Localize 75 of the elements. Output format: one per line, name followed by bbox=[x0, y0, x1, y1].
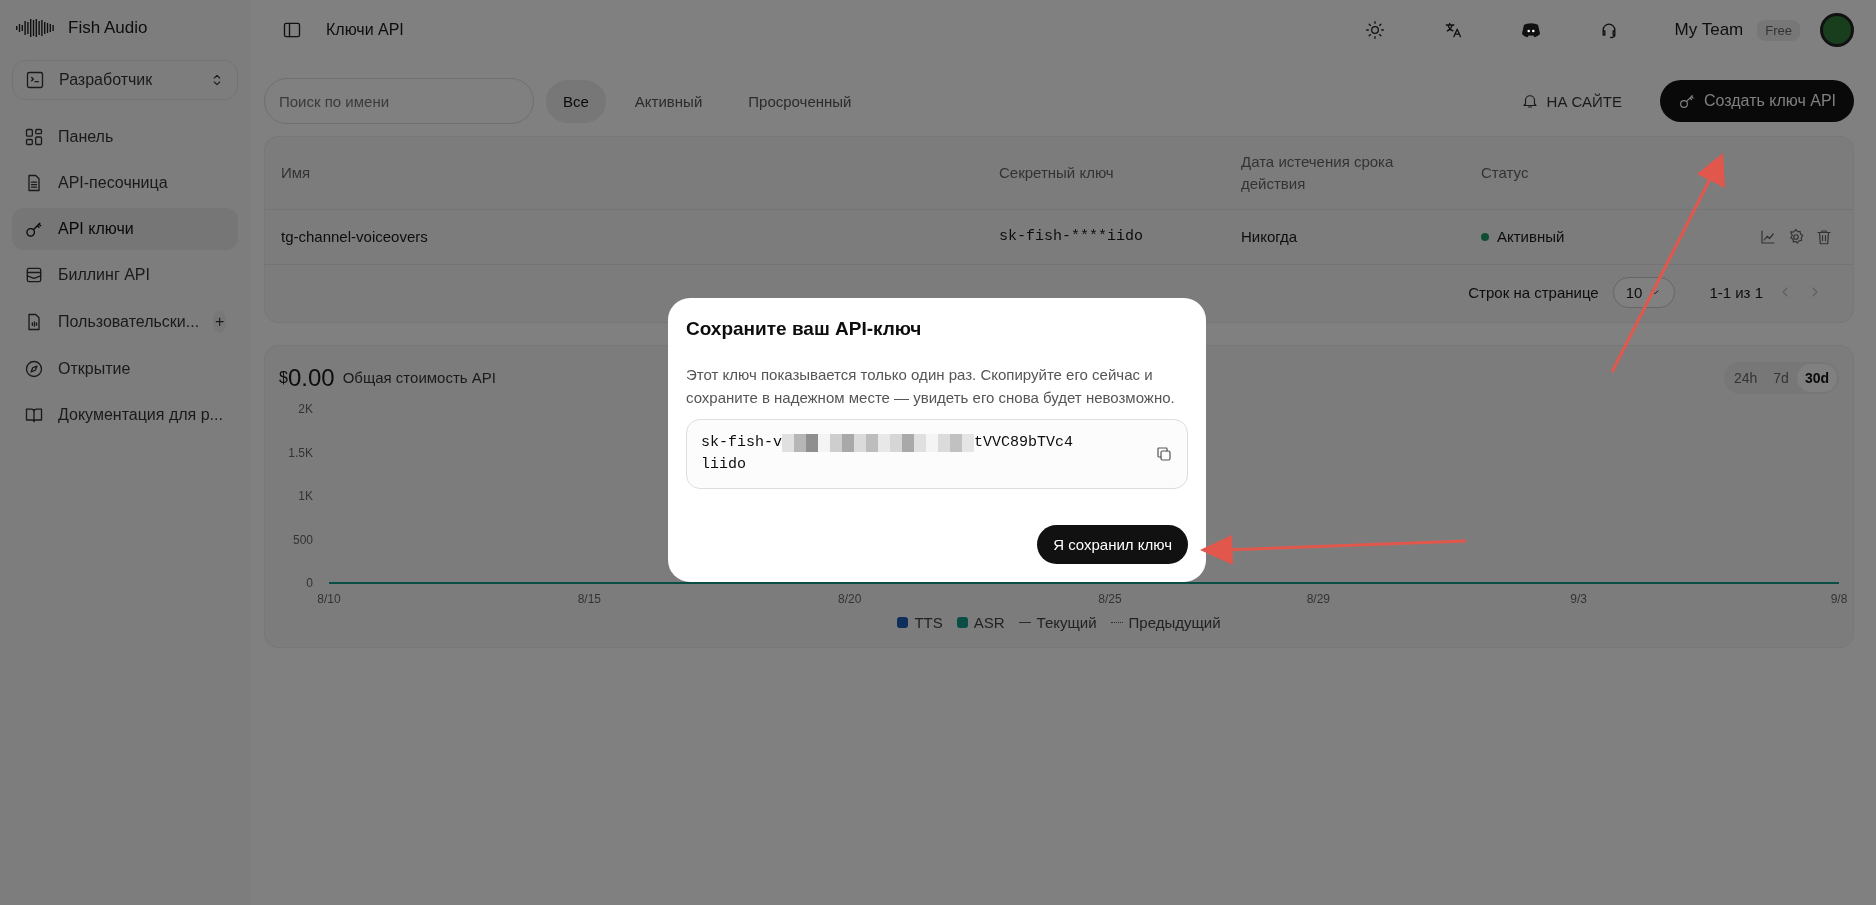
legend-line bbox=[1018, 621, 1031, 623]
dialog-title: Сохраните ваш API-ключ bbox=[686, 318, 923, 340]
legend-label[interactable]: ASR bbox=[973, 613, 1005, 631]
y-tick-label: 0 bbox=[306, 575, 313, 590]
logo-waveform-icon bbox=[16, 19, 56, 37]
column-header: Статус bbox=[1480, 162, 1530, 183]
x-tick-label: 8/25 bbox=[1098, 591, 1122, 606]
key-text: liido bbox=[701, 455, 747, 475]
y-tick-label: 1K bbox=[298, 488, 313, 503]
column-header: Дата истечения срока действия bbox=[1240, 152, 1395, 194]
rows-per-page-label: Строк на странице bbox=[1468, 283, 1599, 301]
rows-per-page-select[interactable]: 10 bbox=[1612, 276, 1676, 308]
dashboard-icon bbox=[24, 127, 44, 147]
range-tab[interactable]: 24h bbox=[1725, 363, 1766, 392]
confirm-button[interactable]: Я сохранил ключ bbox=[1037, 525, 1188, 564]
total-amount: 0.00 bbox=[287, 363, 335, 392]
plan-badge: Free bbox=[1757, 19, 1800, 41]
add-button[interactable]: + bbox=[213, 311, 226, 333]
x-tick-label: 8/10 bbox=[317, 591, 341, 606]
column-header: Секретный ключ bbox=[998, 162, 1115, 183]
x-tick-label: 9/8 bbox=[1830, 591, 1848, 606]
sidebar-item[interactable]: Документация для р... bbox=[12, 394, 238, 436]
x-tick-label: 8/29 bbox=[1306, 591, 1330, 606]
filter-tab[interactable]: Все bbox=[546, 79, 606, 123]
key-icon bbox=[1678, 92, 1696, 110]
settings-icon bbox=[1787, 227, 1805, 246]
sidebar-item[interactable]: API ключи bbox=[12, 208, 238, 250]
y-tick-label: 1.5K bbox=[288, 445, 313, 459]
avatar[interactable] bbox=[1820, 13, 1854, 47]
x-tick-label: 8/20 bbox=[838, 591, 862, 606]
team-name[interactable]: My Team bbox=[1674, 20, 1744, 40]
sidebar-item[interactable]: Открытие bbox=[12, 348, 238, 390]
copy-icon bbox=[1155, 445, 1173, 463]
api-key-field[interactable]: sk-fish-v tVVC89bTVc4 liido bbox=[686, 419, 1188, 489]
legend-label: Предыдущий bbox=[1128, 613, 1221, 631]
range-tab[interactable]: 7d bbox=[1765, 363, 1797, 392]
table-cell: Никогда bbox=[1225, 209, 1465, 263]
x-tick-label: 9/3 bbox=[1570, 591, 1587, 606]
range-tab[interactable]: 30d bbox=[1796, 363, 1837, 392]
sidebar-item[interactable]: API-песочница bbox=[12, 162, 238, 204]
page-range: 1-1 из 1 bbox=[1709, 283, 1763, 301]
copy-button[interactable] bbox=[1155, 445, 1173, 463]
x-tick-label: 8/15 bbox=[577, 591, 601, 606]
compass-icon bbox=[24, 359, 44, 379]
dialog-message: Этот ключ показывается только один раз. Скопируйте его сейчас и сохраните в надежном месте — увидеть его снова будет невозможно. bbox=[686, 365, 1176, 408]
sidebar-item[interactable]: Пользовательски... + bbox=[12, 300, 238, 344]
trash-icon bbox=[1815, 227, 1833, 246]
billing-icon bbox=[24, 265, 44, 285]
create-key-button[interactable]: Создать ключ API bbox=[1660, 80, 1854, 122]
legend-label[interactable]: TTS bbox=[914, 613, 943, 631]
key-text: tVVC89bTVc4 bbox=[974, 433, 1074, 453]
sidebar-item[interactable]: Биллинг API bbox=[12, 254, 238, 296]
page-title: Ключи API bbox=[326, 21, 404, 39]
notify-button[interactable]: НА САЙТЕ bbox=[1514, 91, 1628, 111]
y-tick-label: 2K bbox=[298, 401, 313, 416]
legend-line bbox=[1110, 621, 1123, 623]
sun-icon bbox=[1364, 20, 1385, 40]
legend-label: Текущий bbox=[1036, 613, 1097, 631]
sidebar-item[interactable]: Панель bbox=[12, 116, 238, 158]
y-tick-label: 500 bbox=[292, 532, 313, 546]
column-header: Имя bbox=[280, 162, 312, 183]
total-label: Общая стоимость API bbox=[342, 369, 496, 386]
filter-tab[interactable]: Активный bbox=[617, 79, 720, 123]
filter-tab[interactable]: Просроченный bbox=[731, 79, 869, 123]
bell-icon bbox=[1520, 92, 1539, 110]
key-text: sk-fish-v bbox=[701, 433, 782, 453]
currency-sign: $ bbox=[279, 368, 288, 387]
search-field[interactable]: Поиск по имени bbox=[264, 78, 534, 124]
panel-icon bbox=[282, 20, 302, 40]
brand-name: Fish Audio bbox=[68, 18, 148, 38]
terminal-icon bbox=[25, 70, 45, 90]
table-cell: tg-channel-voiceovers bbox=[265, 209, 983, 263]
workspace-selector[interactable]: Разработчик bbox=[12, 60, 238, 100]
table-cell: sk-fish-****iido bbox=[983, 209, 1225, 263]
status-text: Активный bbox=[1497, 228, 1565, 245]
